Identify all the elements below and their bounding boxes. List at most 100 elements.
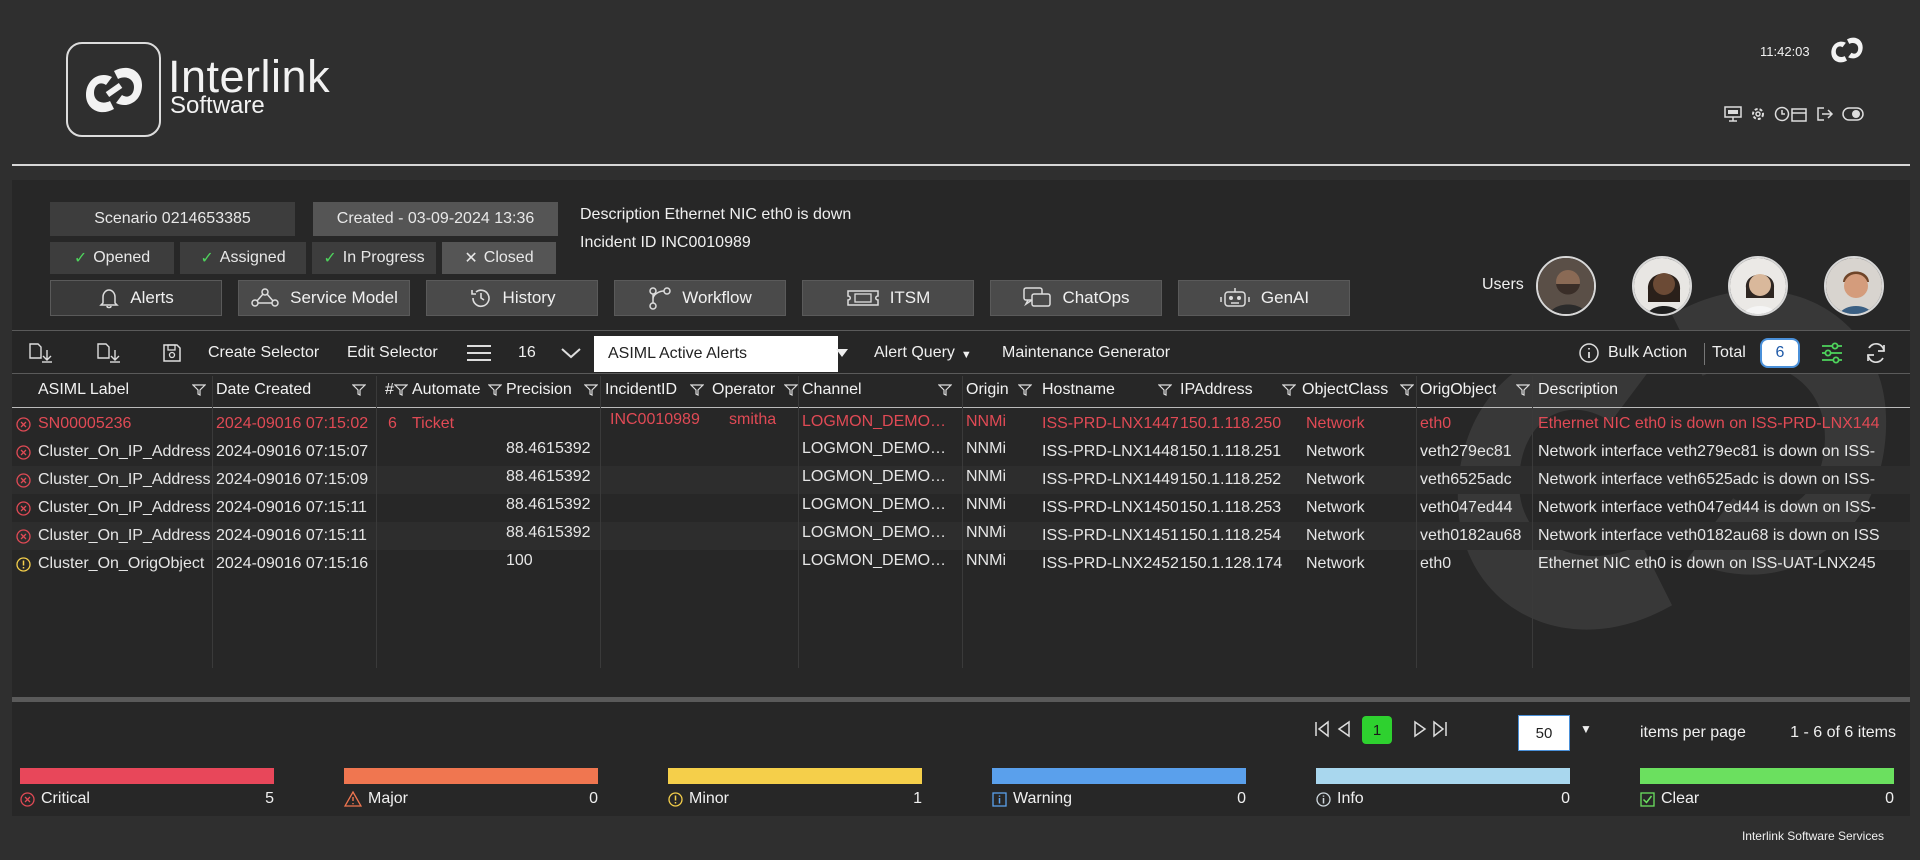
export-csv-icon[interactable] xyxy=(96,331,122,375)
edit-selector-button[interactable]: Edit Selector xyxy=(347,331,438,375)
caret-down-icon[interactable]: ▼ xyxy=(1580,722,1592,736)
previous-page-icon[interactable] xyxy=(1336,720,1352,743)
col-description[interactable]: Description xyxy=(1538,376,1618,404)
col-ipaddress[interactable]: IPAddress xyxy=(1180,376,1253,404)
cell-origobject: veth0182au68 xyxy=(1420,527,1522,544)
avatar[interactable] xyxy=(1536,256,1596,316)
selector-count: 16 xyxy=(518,344,536,361)
status-in-progress[interactable]: ✓ In Progress xyxy=(312,242,436,274)
status-closed[interactable]: ✕ Closed xyxy=(442,242,556,274)
critical-icon xyxy=(16,501,31,516)
alert-query-menu[interactable]: Alert Query ▼ xyxy=(874,331,972,375)
status-assigned[interactable]: ✓ Assigned xyxy=(180,242,306,274)
avatar[interactable] xyxy=(1728,256,1788,316)
filter-icon[interactable] xyxy=(488,384,502,396)
service-model-button[interactable]: Service Model xyxy=(238,280,410,316)
logout-icon[interactable] xyxy=(1816,106,1834,127)
minor-icon xyxy=(668,791,683,807)
filter-icon[interactable] xyxy=(1516,384,1530,396)
table-row[interactable]: Cluster_On_IP_Address 2024-09016 07:15:0… xyxy=(12,438,1910,466)
next-page-icon[interactable] xyxy=(1412,720,1428,743)
checkbox-icon xyxy=(1640,791,1655,807)
info-bar[interactable] xyxy=(1316,768,1570,784)
menu-icon[interactable] xyxy=(466,331,492,375)
table-row[interactable]: Cluster_On_OrigObject 2024-09016 07:15:1… xyxy=(12,550,1910,578)
monitor-icon[interactable] xyxy=(1724,106,1742,127)
col-operator[interactable]: Operator xyxy=(712,376,775,404)
refresh-icon[interactable] xyxy=(1864,331,1888,375)
major-bar[interactable] xyxy=(344,768,598,784)
col-automate[interactable]: Automate xyxy=(412,376,480,404)
toolbar-divider xyxy=(1704,343,1705,365)
filter-icon[interactable] xyxy=(1158,384,1172,396)
filter-icon[interactable] xyxy=(352,384,366,396)
toggle-icon[interactable] xyxy=(1842,107,1864,126)
interlink-logo-icon xyxy=(85,67,142,112)
pager-range: 1 - 6 of 6 items xyxy=(1790,724,1896,741)
cell-incident-id[interactable]: INC0010989 xyxy=(610,406,710,434)
filter-icon[interactable] xyxy=(938,384,952,396)
col-objectclass[interactable]: ObjectClass xyxy=(1302,376,1388,404)
col-asiml-label[interactable]: ASIML Label xyxy=(38,376,129,404)
col-channel[interactable]: Channel xyxy=(802,376,862,404)
critical-bar[interactable] xyxy=(20,768,274,784)
clear-bar[interactable] xyxy=(1640,768,1894,784)
minor-count: 1 xyxy=(913,790,922,807)
table-row[interactable]: Cluster_On_IP_Address 2024-09016 07:15:0… xyxy=(12,466,1910,494)
cell-date: 2024-09016 07:15:11 xyxy=(216,499,367,516)
export-pdf-icon[interactable] xyxy=(28,331,54,375)
first-page-icon[interactable] xyxy=(1314,720,1330,743)
itsm-button[interactable]: ITSM xyxy=(802,280,974,316)
bulk-action-button[interactable]: Bulk Action xyxy=(1608,331,1687,375)
col-precision[interactable]: Precision xyxy=(506,376,572,404)
current-page[interactable]: 1 xyxy=(1362,716,1392,744)
filter-icon[interactable] xyxy=(784,384,798,396)
chatops-button[interactable]: ChatOps xyxy=(990,280,1162,316)
filter-icon[interactable] xyxy=(690,384,704,396)
col-hostname[interactable]: Hostname xyxy=(1042,376,1115,404)
workflow-button[interactable]: Workflow xyxy=(614,280,786,316)
filter-icon[interactable] xyxy=(394,384,408,396)
chevron-down-icon[interactable] xyxy=(560,331,582,375)
avatar[interactable] xyxy=(1824,256,1884,316)
col-date-created[interactable]: Date Created xyxy=(216,376,311,404)
minor-bar[interactable] xyxy=(668,768,922,784)
page-size-select[interactable]: 50 xyxy=(1518,715,1570,751)
avatar[interactable] xyxy=(1632,256,1692,316)
cell-origin: NNMi xyxy=(966,496,1006,513)
selector-dropdown[interactable]: ASIML Active Alerts xyxy=(594,336,838,372)
dropdown-arrow-icon[interactable] xyxy=(834,331,850,375)
table-row[interactable]: Cluster_On_IP_Address 2024-09016 07:15:1… xyxy=(12,522,1910,550)
history-button[interactable]: History xyxy=(426,280,598,316)
save-icon[interactable] xyxy=(162,331,182,375)
col-count[interactable]: # xyxy=(385,376,394,404)
clock-calendar-icon[interactable] xyxy=(1774,106,1808,127)
filter-icon[interactable] xyxy=(584,384,598,396)
cell-description: Network interface veth279ec81 is down on… xyxy=(1538,443,1876,460)
cell-date: 2024-09016 07:15:02 xyxy=(216,415,369,432)
col-incident-id[interactable]: IncidentID xyxy=(605,376,677,404)
info-circle-icon xyxy=(1316,791,1331,807)
critical-icon xyxy=(16,529,31,544)
last-page-icon[interactable] xyxy=(1432,720,1448,743)
warning-bar[interactable] xyxy=(992,768,1246,784)
gear-icon[interactable] xyxy=(1750,106,1766,127)
table-row[interactable]: SN00005236 2024-09016 07:15:02 6 Ticket … xyxy=(12,410,1910,438)
filter-icon[interactable] xyxy=(1400,384,1414,396)
items-per-page-label: items per page xyxy=(1640,724,1746,741)
col-origobject[interactable]: OrigObject xyxy=(1420,376,1496,404)
alerts-button[interactable]: Alerts xyxy=(50,280,222,316)
col-origin[interactable]: Origin xyxy=(966,376,1009,404)
critical-icon xyxy=(16,417,31,432)
filter-icon[interactable] xyxy=(192,384,206,396)
sliders-icon[interactable] xyxy=(1820,331,1844,375)
maintenance-generator-button[interactable]: Maintenance Generator xyxy=(1002,331,1170,375)
table-row[interactable]: Cluster_On_IP_Address 2024-09016 07:15:1… xyxy=(12,494,1910,522)
create-selector-button[interactable]: Create Selector xyxy=(208,331,319,375)
critical-icon xyxy=(16,473,31,488)
filter-icon[interactable] xyxy=(1282,384,1296,396)
horizontal-scrollbar[interactable] xyxy=(12,697,1910,702)
status-opened[interactable]: ✓ Opened xyxy=(50,242,174,274)
genai-button[interactable]: GenAI xyxy=(1178,280,1350,316)
filter-icon[interactable] xyxy=(1018,384,1032,396)
